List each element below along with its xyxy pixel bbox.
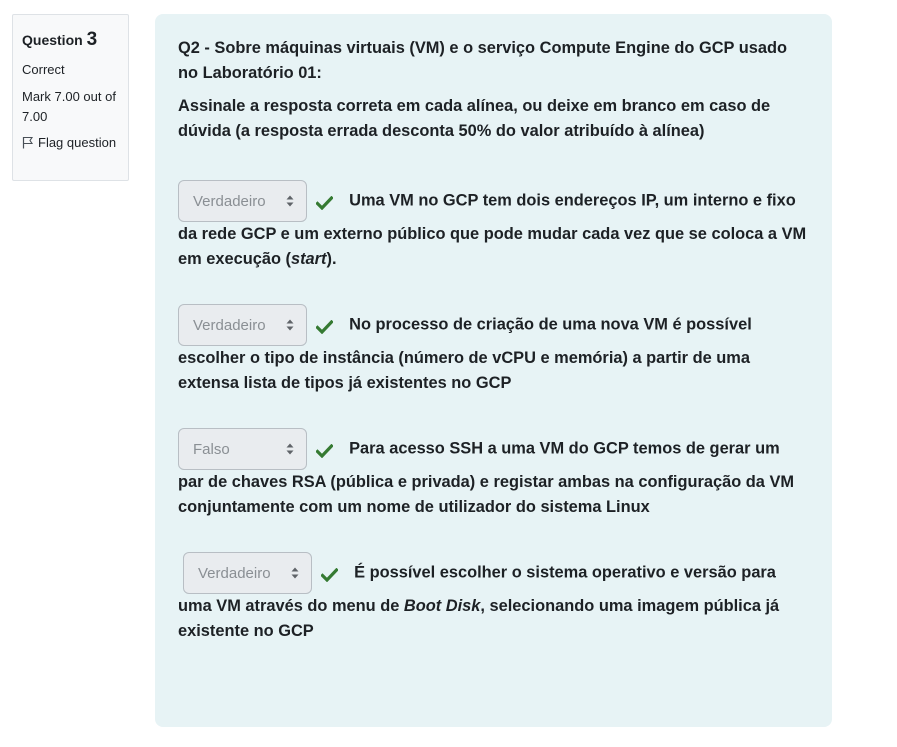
answer-item-3: Falso Para acesso SSH a uma VM do GCP te…	[178, 428, 809, 520]
sort-arrows-icon	[286, 195, 294, 207]
answer-select-4[interactable]: Verdadeiro	[183, 552, 312, 594]
question-title: Q2 - Sobre máquinas virtuais (VM) e o se…	[178, 39, 787, 82]
answer-select-3[interactable]: Falso	[178, 428, 307, 470]
question-number: 3	[86, 29, 98, 50]
answer-item-2: Verdadeiro No processo de criação de uma…	[178, 304, 809, 396]
sort-arrows-icon	[286, 443, 294, 455]
sort-arrows-icon	[286, 319, 294, 331]
answer-select-value: Falso	[193, 440, 230, 458]
answer-item-1: Verdadeiro Uma VM no GCP tem dois endere…	[178, 180, 809, 272]
check-icon	[320, 568, 338, 582]
question-state: Correct	[22, 62, 65, 78]
question-grade: Mark 7.00 out of 7.00	[22, 88, 116, 124]
answer-select-1[interactable]: Verdadeiro	[178, 180, 307, 222]
question-number-heading: Question 3	[22, 25, 119, 54]
answer-select-value: Verdadeiro	[198, 564, 271, 582]
check-icon	[315, 320, 333, 334]
question-info-panel: Question 3 Correct Mark 7.00 out of 7.00…	[12, 14, 129, 181]
flag-icon	[22, 136, 34, 149]
answer-select-2[interactable]: Verdadeiro	[178, 304, 307, 346]
flag-question-label[interactable]: Flag question	[38, 133, 116, 153]
answer-select-value: Verdadeiro	[193, 316, 266, 334]
check-icon	[315, 444, 333, 458]
answer-item-4: Verdadeiro É possível escolher o sistema…	[178, 552, 809, 644]
sort-arrows-icon	[291, 567, 299, 579]
question-instructions: Assinale a resposta correta em cada alín…	[178, 97, 771, 140]
question-formulation: Q2 - Sobre máquinas virtuais (VM) e o se…	[155, 14, 832, 727]
flag-question-link[interactable]: Flag question	[22, 133, 119, 153]
answer-select-value: Verdadeiro	[193, 192, 266, 210]
question-label: Question	[22, 32, 83, 48]
check-icon	[315, 196, 333, 210]
